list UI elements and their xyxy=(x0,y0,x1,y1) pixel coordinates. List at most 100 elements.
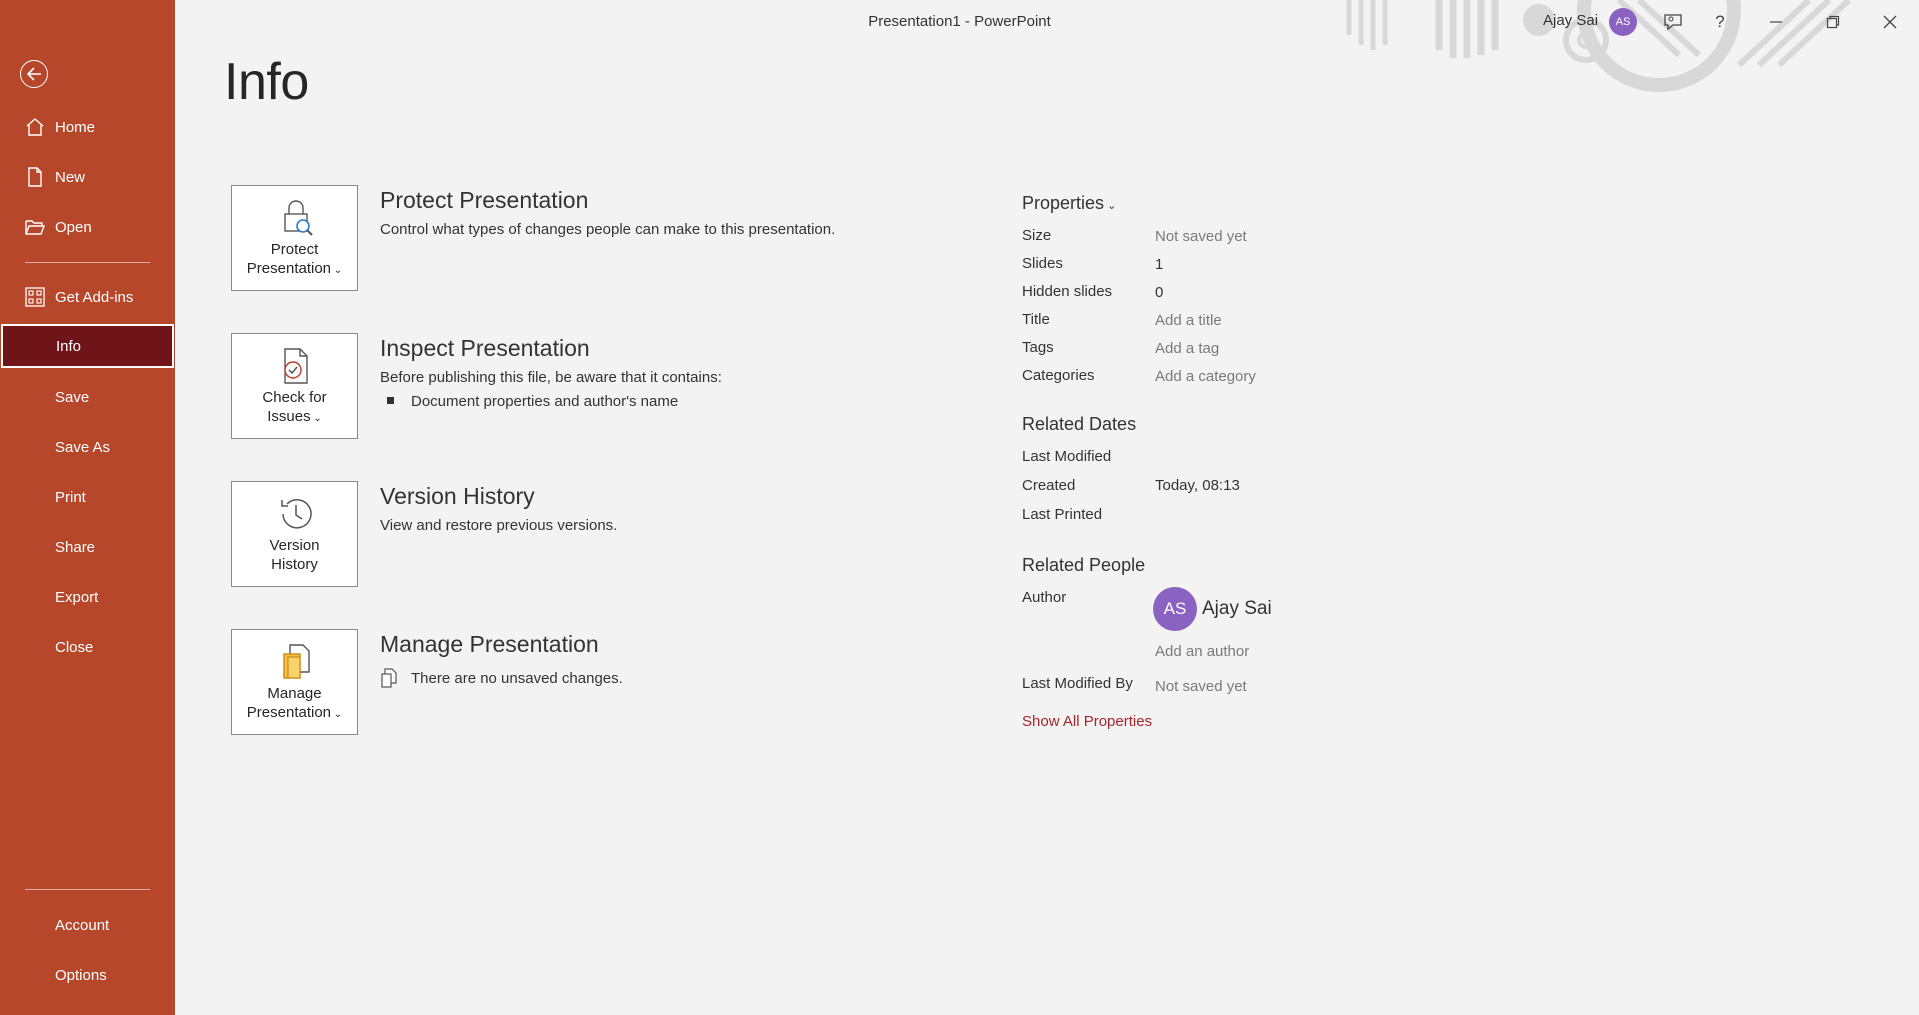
sidebar-item-label: Share xyxy=(55,538,96,556)
add-author-field[interactable]: Add an author xyxy=(1155,643,1249,660)
folder-open-icon xyxy=(24,217,46,237)
section-description: There are no unsaved changes. xyxy=(411,670,623,687)
manage-documents-icon xyxy=(276,642,316,682)
sidebar-item-label: New xyxy=(55,168,86,186)
sidebar-item-open[interactable]: Open xyxy=(0,205,175,249)
section-description: Control what types of changes people can… xyxy=(380,221,836,238)
manage-presentation-button[interactable]: Manage Presentation ⌄ xyxy=(231,629,358,735)
version-history-button[interactable]: Version History xyxy=(231,481,358,587)
sidebar-item-label: Print xyxy=(55,488,86,506)
list-item: Document properties and author's name xyxy=(411,393,679,410)
property-value-last-modified-by: Not saved yet xyxy=(1155,678,1247,695)
show-all-properties-link[interactable]: Show All Properties xyxy=(1022,713,1152,730)
bullet-icon xyxy=(387,397,394,404)
related-dates-heading: Related Dates xyxy=(1022,414,1137,434)
sidebar-item-info[interactable]: Info xyxy=(1,324,174,368)
section-description: View and restore previous versions. xyxy=(380,517,618,534)
property-label: Title xyxy=(1022,311,1050,328)
protect-presentation-button[interactable]: Protect Presentation ⌄ xyxy=(231,185,358,291)
sidebar-item-options[interactable]: Options xyxy=(0,953,175,997)
sidebar-item-account[interactable]: Account xyxy=(0,903,175,947)
sidebar-item-save[interactable]: Save xyxy=(0,375,175,419)
card-label-line2: Issues xyxy=(267,408,311,425)
property-label: Last Printed xyxy=(1022,506,1103,523)
sidebar-item-label: Open xyxy=(55,218,92,236)
close-icon[interactable] xyxy=(1867,4,1913,40)
section-title: Protect Presentation xyxy=(380,187,589,213)
history-clock-icon xyxy=(276,494,316,534)
check-for-issues-button[interactable]: Check for Issues ⌄ xyxy=(231,333,358,439)
property-value-created: Today, 08:13 xyxy=(1155,477,1240,494)
property-label: Categories xyxy=(1022,367,1095,384)
section-title: Manage Presentation xyxy=(380,631,599,657)
sidebar-item-save-as[interactable]: Save As xyxy=(0,425,175,469)
sidebar-item-label: Info xyxy=(56,337,82,355)
section-title: Inspect Presentation xyxy=(380,335,590,361)
lock-magnifier-icon xyxy=(276,198,316,238)
property-label: Hidden slides xyxy=(1022,283,1113,300)
sidebar-item-label: Export xyxy=(55,588,99,606)
chevron-down-icon: ⌄ xyxy=(1104,200,1117,212)
add-ins-grid-icon xyxy=(24,287,46,307)
property-value-size: Not saved yet xyxy=(1155,228,1247,245)
sidebar-item-export[interactable]: Export xyxy=(0,575,175,619)
properties-dropdown[interactable]: Properties ⌄ xyxy=(1022,193,1116,214)
new-document-icon xyxy=(24,167,46,187)
title-field[interactable]: Add a title xyxy=(1155,312,1222,329)
sidebar-item-print[interactable]: Print xyxy=(0,475,175,519)
sidebar-item-get-add-ins[interactable]: Get Add-ins xyxy=(0,275,175,319)
sidebar-item-label: Save xyxy=(55,388,90,406)
sidebar-item-new[interactable]: New xyxy=(0,155,175,199)
sidebar-item-label: Save As xyxy=(55,438,111,456)
property-value-hidden-slides: 0 xyxy=(1155,284,1164,301)
account-user-name[interactable]: Ajay Sai xyxy=(1543,12,1598,29)
tags-field[interactable]: Add a tag xyxy=(1155,340,1219,357)
sidebar-item-label: Get Add-ins xyxy=(55,288,134,306)
comment-icon[interactable] xyxy=(1650,4,1696,40)
chevron-down-icon: ⌄ xyxy=(331,709,343,720)
card-label-line2: Presentation xyxy=(246,704,332,721)
avatar[interactable]: AS xyxy=(1609,8,1637,36)
property-label: Size xyxy=(1022,227,1052,244)
page-title: Info xyxy=(224,53,309,111)
sidebar-item-share[interactable]: Share xyxy=(0,525,175,569)
property-label: Author xyxy=(1022,589,1067,606)
back-arrow-icon[interactable] xyxy=(20,60,48,88)
property-label: Slides xyxy=(1022,255,1063,272)
sidebar-item-close[interactable]: Close xyxy=(0,625,175,669)
sidebar-divider xyxy=(25,262,150,263)
sidebar-item-label: Home xyxy=(55,118,96,136)
document-check-icon xyxy=(276,346,316,386)
sidebar-item-home[interactable]: Home xyxy=(0,105,175,149)
categories-field[interactable]: Add a category xyxy=(1155,368,1256,385)
author-name[interactable]: Ajay Sai xyxy=(1202,598,1272,620)
card-label-line1: Manage xyxy=(267,685,322,702)
sidebar-item-label: Close xyxy=(55,638,94,656)
card-label-line2: History xyxy=(271,556,318,573)
card-label-line1: Version xyxy=(269,537,320,554)
property-label: Last Modified xyxy=(1022,448,1112,465)
chevron-down-icon: ⌄ xyxy=(331,265,343,276)
chevron-down-icon: ⌄ xyxy=(310,413,322,424)
card-label-line1: Protect xyxy=(270,241,319,258)
document-status-icon xyxy=(380,668,398,688)
property-label: Last Modified By xyxy=(1022,675,1133,692)
card-label-line2: Presentation xyxy=(246,260,332,277)
property-label: Tags xyxy=(1022,339,1054,356)
sidebar-divider xyxy=(25,889,150,890)
card-label-line1: Check for xyxy=(262,389,327,406)
backstage-sidebar: Home New Open Get Add-ins Info Save Save… xyxy=(0,0,175,1015)
minimize-icon[interactable] xyxy=(1753,4,1799,40)
home-icon xyxy=(24,117,46,137)
property-value-slides: 1 xyxy=(1155,256,1164,273)
restore-icon[interactable] xyxy=(1810,4,1856,40)
property-label: Created xyxy=(1022,477,1076,494)
section-description: Before publishing this file, be aware th… xyxy=(380,369,722,386)
properties-heading: Properties xyxy=(1022,193,1105,213)
section-title: Version History xyxy=(380,483,535,509)
avatar[interactable]: AS xyxy=(1153,587,1197,631)
related-people-heading: Related People xyxy=(1022,555,1146,575)
help-icon[interactable]: ? xyxy=(1697,4,1743,40)
sidebar-item-label: Account xyxy=(55,916,110,934)
sidebar-item-label: Options xyxy=(55,966,107,984)
